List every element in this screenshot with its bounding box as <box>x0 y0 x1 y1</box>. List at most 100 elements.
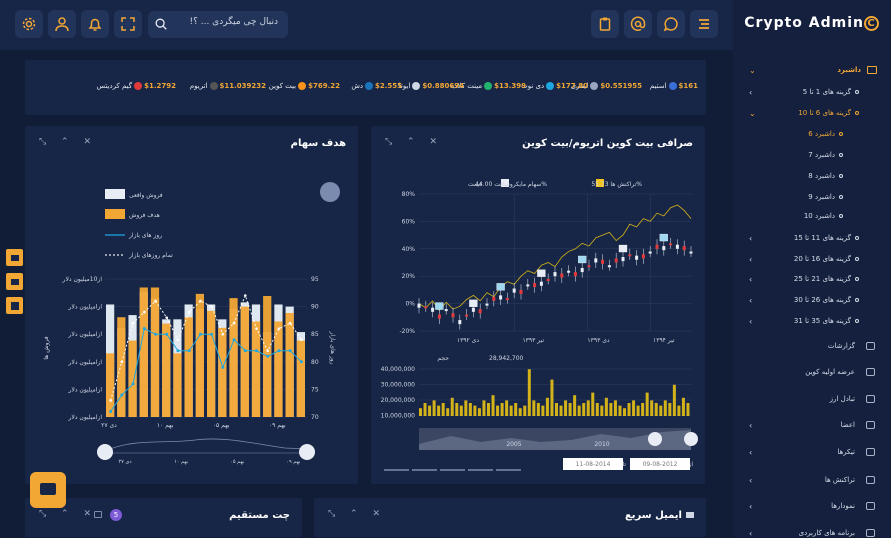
sidebar-item[interactable]: داشبرد 8 <box>808 172 835 180</box>
ticker-value: $177.80 <box>556 82 588 90</box>
panel-controls[interactable]: ⤡ ⌃ ✕ <box>39 509 97 519</box>
brand-logo[interactable]: Crypto Admin C <box>744 15 879 31</box>
volume-bar <box>473 405 477 416</box>
line-point <box>255 349 258 353</box>
volume-bar <box>577 405 581 416</box>
x-tick-label: دی ۱۳۹۳ <box>587 337 609 344</box>
menu-icon <box>866 476 875 484</box>
sidebar-item[interactable]: گزینه های 1 تا 5 <box>803 88 851 96</box>
sidebar-item[interactable]: تیکرها <box>837 448 855 456</box>
sidebar-item[interactable]: گزینه های 35 تا 31 <box>794 317 851 325</box>
volume-bar <box>609 403 613 416</box>
line-point <box>142 327 146 331</box>
panel-title: چت مستقیم <box>229 510 290 521</box>
chevron-icon[interactable]: ⌄ <box>749 66 756 75</box>
sidebar-item[interactable]: گزینه های 26 تا 30 <box>794 296 851 304</box>
chevron-icon[interactable]: › <box>749 296 752 305</box>
volume-bar <box>423 403 427 416</box>
sidebar-item[interactable]: عرضه اولیه کوین <box>805 368 855 376</box>
range-to-value: 11-08-2014 <box>576 461 611 468</box>
bullet-icon <box>839 214 843 218</box>
event-flag <box>469 299 478 307</box>
sidebar-item[interactable]: گزارشات <box>828 342 855 350</box>
volume-bar <box>545 397 549 416</box>
bell-icon[interactable] <box>81 10 109 38</box>
exchange-chart[interactable]: تراکنش ها 55.73% سهام مایکروسافت 44.00%قی… <box>371 126 705 484</box>
line-point <box>187 310 191 314</box>
bullet-icon <box>855 277 859 281</box>
volume-bar <box>550 379 554 416</box>
chevron-icon[interactable]: › <box>749 502 752 511</box>
chevron-icon[interactable]: › <box>749 255 752 264</box>
volume-bar <box>613 400 617 416</box>
navigator-handle <box>684 432 698 446</box>
fullscreen-icon[interactable] <box>114 10 142 38</box>
ticker-item[interactable]: $11.039232 اتریوم <box>190 82 266 90</box>
panel-controls[interactable]: ⤡ ⌃ ✕ <box>328 509 386 519</box>
sidebar-item[interactable]: داشبرد 6 <box>808 130 835 138</box>
legend-swatch <box>105 209 125 219</box>
chevron-icon[interactable]: › <box>749 234 752 243</box>
volume-bar <box>432 400 436 416</box>
sidebar-item[interactable]: گزینه های 21 تا 25 <box>794 275 851 283</box>
bullet-icon <box>855 257 859 261</box>
sidebar-item[interactable]: گزینه های 16 تا 20 <box>794 255 851 263</box>
chat-icon[interactable] <box>657 10 685 38</box>
chevron-icon[interactable]: › <box>749 421 752 430</box>
sidebar-item[interactable]: تراکنش ها <box>825 476 855 484</box>
chevron-icon[interactable]: ⌄ <box>749 109 756 118</box>
user-icon[interactable] <box>48 10 76 38</box>
search-bar[interactable]: دنبال چی میگردی ... ؟! <box>148 11 288 38</box>
volume-bar <box>636 405 640 416</box>
ticker-item[interactable]: $2.555 دش <box>351 82 402 90</box>
candle-body <box>546 278 550 281</box>
volume-bar <box>500 403 504 416</box>
ticker-item[interactable]: $0.880694ایوتا <box>399 82 464 90</box>
candle-body <box>621 257 625 262</box>
sidebar-item[interactable]: گزینه های 6 تا 10 <box>798 109 851 117</box>
chevron-icon[interactable]: › <box>749 448 752 457</box>
menu-icon[interactable] <box>690 10 718 38</box>
sidebar-item[interactable]: نمودارها <box>831 502 855 510</box>
bullet-icon <box>839 195 843 199</box>
side-tab-camera[interactable] <box>6 249 23 266</box>
line-point <box>266 349 270 353</box>
ticker-item[interactable]: $177.80دی نوت <box>521 82 588 90</box>
line-point <box>109 409 113 413</box>
sidebar-item[interactable]: تبادل ارز <box>830 395 855 403</box>
sidebar-item[interactable]: گزینه های 11 تا 15 <box>794 234 851 242</box>
side-tab-image[interactable] <box>6 273 23 290</box>
bar-target <box>139 287 148 417</box>
chevron-icon[interactable]: › <box>749 317 752 326</box>
sidebar-item[interactable]: اعضا <box>841 421 855 429</box>
event-flag <box>435 302 444 310</box>
ticker-item[interactable]: $161 استیم <box>650 82 698 90</box>
navigator-tick-label: 2005 <box>506 441 521 448</box>
chat-icon[interactable] <box>94 511 102 518</box>
floating-action-button[interactable] <box>30 472 66 508</box>
clipboard-icon[interactable] <box>591 10 619 38</box>
chevron-icon[interactable]: › <box>749 88 752 97</box>
series-line-all-days <box>110 294 302 401</box>
candle-body <box>669 243 673 246</box>
candle-body <box>614 258 618 263</box>
ticker-item[interactable]: $1.2792 گیم کردیتس <box>96 82 176 90</box>
volume-bar <box>573 395 577 416</box>
sidebar-item[interactable]: برنامه های کاربردی <box>799 529 855 537</box>
ticker-item[interactable]: $769.22 بیت کوین <box>269 82 340 90</box>
search-input[interactable]: دنبال چی میگردی ... ؟! <box>189 17 278 27</box>
sidebar-item[interactable]: داشبرد 7 <box>808 151 835 159</box>
volume-value: 28,942,700 <box>489 355 524 362</box>
candle-body <box>580 267 584 273</box>
chevron-icon[interactable]: › <box>749 476 752 485</box>
sidebar-item[interactable]: داشبرد 10 <box>804 212 835 220</box>
settings-icon[interactable] <box>15 10 43 38</box>
sidebar-item[interactable]: داشبرد 9 <box>808 193 835 201</box>
stock-target-chart[interactable]: فروش واقعی هدف فروش روز های بازار تمام روزه… <box>25 126 358 484</box>
event-flag <box>659 233 668 242</box>
sidebar-item-dashboard[interactable]: داشبرد <box>837 66 861 74</box>
y-right-tick-label: 95 <box>311 276 319 283</box>
side-tab-layout[interactable] <box>6 297 23 314</box>
at-icon[interactable] <box>624 10 652 38</box>
chevron-icon[interactable]: › <box>749 275 752 284</box>
